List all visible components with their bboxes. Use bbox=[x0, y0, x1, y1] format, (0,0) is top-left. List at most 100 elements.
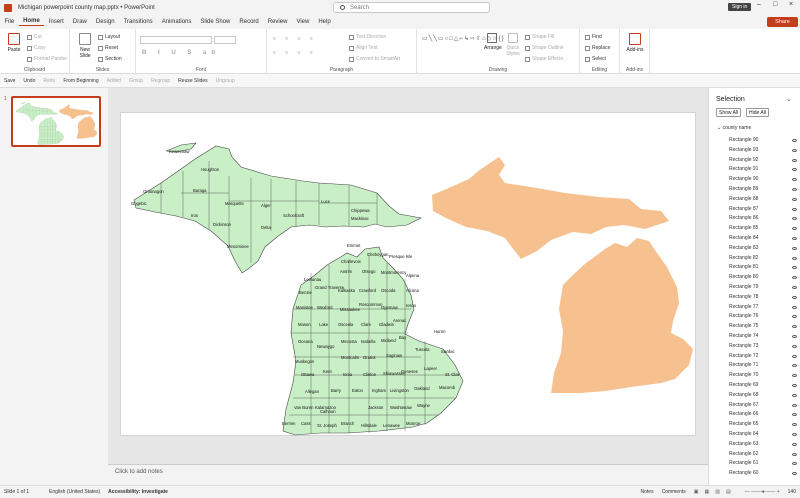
notes-toggle-button[interactable]: Notes bbox=[637, 489, 658, 495]
selection-row[interactable]: Rectangle 68 bbox=[729, 391, 797, 400]
view-buttons[interactable]: ▣▦▥▤ bbox=[690, 489, 741, 495]
chevron-down-icon[interactable]: ⌄ bbox=[786, 95, 792, 103]
menu-transitions[interactable]: Transitions bbox=[119, 19, 157, 25]
copy-button[interactable]: Copy bbox=[27, 45, 46, 51]
menu-insert[interactable]: Insert bbox=[44, 19, 68, 25]
eye-icon[interactable] bbox=[792, 256, 797, 260]
align-text-button[interactable]: Align Text bbox=[349, 45, 378, 51]
language-status[interactable]: English (United States) bbox=[45, 489, 104, 495]
save-button[interactable]: Save bbox=[0, 78, 19, 84]
shape-effects-button[interactable]: Shape Effects bbox=[525, 56, 563, 62]
sign-in-button[interactable]: Sign in bbox=[728, 3, 752, 11]
eye-icon[interactable] bbox=[792, 403, 797, 407]
menu-design[interactable]: Design bbox=[91, 19, 119, 25]
selection-row[interactable]: Rectangle 79 bbox=[729, 283, 797, 292]
layout-button[interactable]: Layout bbox=[98, 34, 120, 40]
eye-icon[interactable] bbox=[792, 246, 797, 250]
eye-icon[interactable] bbox=[792, 295, 797, 299]
selection-row[interactable]: Rectangle 73 bbox=[729, 342, 797, 351]
zoom-slider[interactable]: — ───●─── + bbox=[741, 489, 784, 495]
eye-icon[interactable] bbox=[792, 305, 797, 309]
format-painter-button[interactable]: Format Painter bbox=[27, 56, 67, 62]
eye-icon[interactable] bbox=[792, 266, 797, 270]
selection-row[interactable]: Rectangle 60 bbox=[729, 469, 797, 478]
quick-styles-button[interactable]: Quick Styles bbox=[504, 33, 522, 57]
undo-button[interactable]: Undo bbox=[19, 78, 39, 84]
close-icon[interactable]: × bbox=[789, 1, 793, 8]
eye-icon[interactable] bbox=[792, 168, 797, 172]
menu-draw[interactable]: Draw bbox=[68, 19, 91, 25]
replace-button[interactable]: Replace bbox=[585, 45, 610, 51]
selection-row[interactable]: Rectangle 82 bbox=[729, 254, 797, 263]
selection-row[interactable]: Rectangle 86 bbox=[729, 214, 797, 223]
eye-icon[interactable] bbox=[792, 462, 797, 466]
eye-icon[interactable] bbox=[792, 207, 797, 211]
convert-smartart-button[interactable]: Convert to SmartArt bbox=[349, 56, 400, 62]
eye-icon[interactable] bbox=[792, 393, 797, 397]
eye-icon[interactable] bbox=[792, 442, 797, 446]
eye-icon[interactable] bbox=[792, 364, 797, 368]
selection-row[interactable]: Rectangle 67 bbox=[729, 401, 797, 410]
addins-button[interactable]: Add-ins bbox=[625, 33, 645, 53]
slide-thumbnail[interactable] bbox=[11, 96, 101, 147]
added-button[interactable]: Added bbox=[103, 78, 125, 84]
search-box[interactable]: Search bbox=[333, 2, 490, 13]
slide-canvas[interactable]: Keweenaw Houghton Baraga Ontonagon Gogeb… bbox=[120, 112, 696, 436]
maximize-icon[interactable]: □ bbox=[773, 1, 777, 8]
selection-row[interactable]: Rectangle 62 bbox=[729, 450, 797, 459]
minimize-icon[interactable]: – bbox=[757, 1, 761, 8]
eye-icon[interactable] bbox=[792, 227, 797, 231]
eye-icon[interactable] bbox=[792, 286, 797, 289]
share-button[interactable]: Share bbox=[767, 17, 798, 27]
menu-animations[interactable]: Animations bbox=[157, 19, 196, 25]
text-direction-button[interactable]: Text Direction bbox=[349, 34, 386, 40]
eye-icon[interactable] bbox=[792, 217, 797, 221]
selection-row[interactable]: Rectangle 65 bbox=[729, 420, 797, 429]
eye-icon[interactable] bbox=[792, 148, 797, 152]
selection-row[interactable]: Rectangle 75 bbox=[729, 322, 797, 331]
selection-row[interactable]: Rectangle 63 bbox=[729, 440, 797, 449]
eye-icon[interactable] bbox=[792, 335, 797, 338]
eye-icon[interactable] bbox=[792, 413, 797, 417]
selection-row[interactable]: Rectangle 91 bbox=[729, 165, 797, 174]
new-slide-button[interactable]: New Slide bbox=[76, 33, 94, 59]
selection-row[interactable]: Rectangle 64 bbox=[729, 430, 797, 439]
selection-row[interactable]: Rectangle 69 bbox=[729, 381, 797, 390]
accessibility-status[interactable]: Accessibility: Investigate bbox=[104, 489, 172, 495]
selection-row[interactable]: Rectangle 74 bbox=[729, 332, 797, 341]
eye-icon[interactable] bbox=[792, 423, 797, 427]
group-button[interactable]: Group bbox=[125, 78, 147, 84]
selection-row[interactable]: Rectangle 81 bbox=[729, 263, 797, 272]
font-name-box[interactable] bbox=[140, 36, 212, 44]
comments-button[interactable]: Comments bbox=[658, 489, 690, 495]
selection-row[interactable]: Rectangle 80 bbox=[729, 273, 797, 282]
show-all-button[interactable]: Show All bbox=[716, 108, 742, 117]
selection-row[interactable]: Rectangle 93 bbox=[729, 146, 797, 155]
eye-icon[interactable] bbox=[792, 197, 797, 201]
selection-row[interactable]: Rectangle 78 bbox=[729, 293, 797, 302]
selection-row[interactable]: Rectangle 92 bbox=[729, 156, 797, 165]
section-button[interactable]: Section bbox=[98, 56, 122, 62]
select-button[interactable]: Select bbox=[585, 56, 606, 62]
arrange-button[interactable]: Arrange bbox=[484, 33, 502, 51]
selection-row[interactable]: Rectangle 70 bbox=[729, 371, 797, 380]
from-beginning-button[interactable]: From Beginning bbox=[59, 78, 102, 84]
group-county-name[interactable]: ⌄ county name bbox=[717, 125, 751, 131]
shapes-gallery[interactable]: ▭╲╲▭○□△⌐↳⇨⇧⌂◇☆{} bbox=[422, 35, 504, 61]
cut-button[interactable]: Cut bbox=[27, 34, 42, 40]
selection-row[interactable]: Rectangle 72 bbox=[729, 352, 797, 361]
selection-row[interactable]: Rectangle 90 bbox=[729, 136, 797, 145]
regroup-button[interactable]: Regroup bbox=[147, 78, 174, 84]
list-buttons[interactable]: ≡ ≡ ≡ ≡ bbox=[273, 36, 317, 42]
selection-row[interactable]: Rectangle 89 bbox=[729, 185, 797, 194]
selection-row[interactable]: Rectangle 85 bbox=[729, 224, 797, 233]
selection-row[interactable]: Rectangle 77 bbox=[729, 303, 797, 312]
selection-row[interactable]: Rectangle 66 bbox=[729, 410, 797, 419]
menu-file[interactable]: File bbox=[0, 19, 19, 25]
menu-home[interactable]: Home bbox=[18, 18, 45, 26]
align-buttons[interactable]: ≡ ≡ ≡ ≡ bbox=[273, 50, 317, 56]
eye-icon[interactable] bbox=[792, 237, 797, 240]
redo-button[interactable]: Redo bbox=[39, 78, 59, 84]
eye-icon[interactable] bbox=[792, 433, 797, 436]
selection-row[interactable]: Rectangle 90 bbox=[729, 175, 797, 184]
